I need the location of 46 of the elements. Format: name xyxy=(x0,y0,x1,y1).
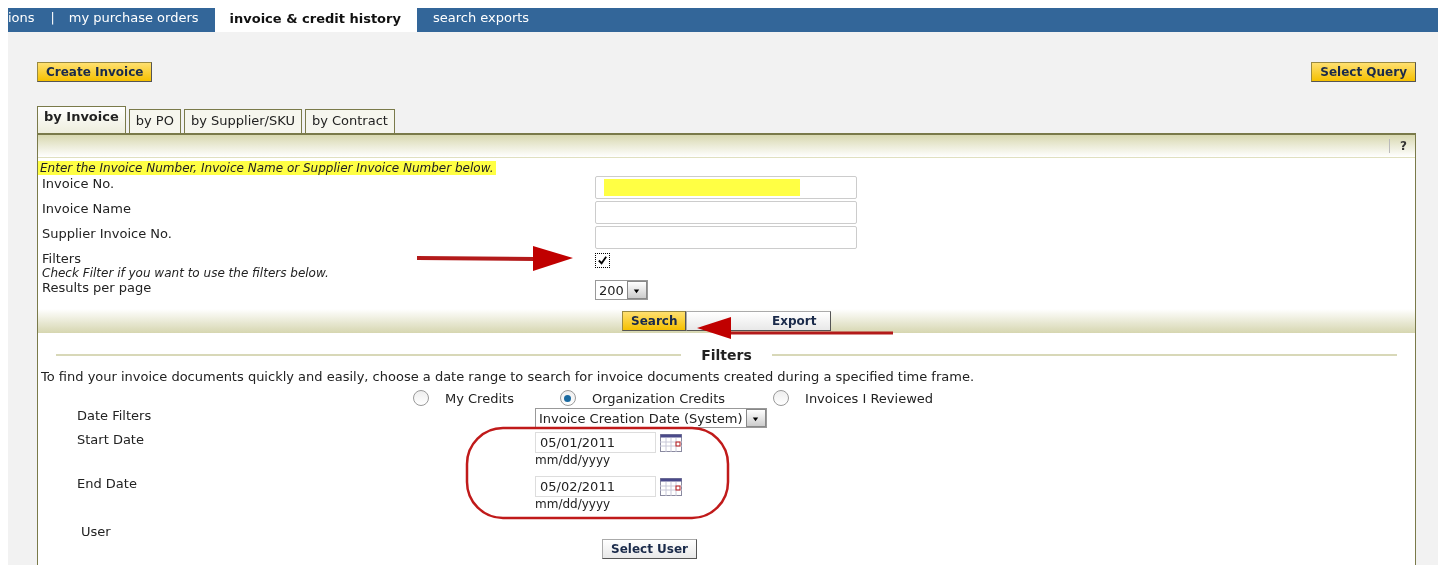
field-hint: Check Filter if you want to use the filters below. xyxy=(42,266,330,280)
date-format-hint: mm/dd/yyyy xyxy=(535,497,612,511)
search-tab[interactable]: by PO xyxy=(128,109,181,133)
radio-button[interactable] xyxy=(413,390,429,406)
field-label: Start Date xyxy=(77,432,145,449)
create-invoice-button[interactable]: Create Invoice xyxy=(37,62,153,82)
calendar-icon[interactable] xyxy=(660,433,682,452)
radio-label: My Credits xyxy=(445,390,514,406)
search-tab[interactable]: by Contract xyxy=(304,109,395,133)
calendar-icon[interactable] xyxy=(660,477,682,496)
date-field[interactable]: 05/02/2011 xyxy=(535,476,656,497)
radio-label: Organization Credits xyxy=(591,390,726,406)
results-dropdown[interactable]: 200 xyxy=(595,280,648,300)
export-button[interactable]: Export xyxy=(686,311,832,331)
field-label: Invoice No. xyxy=(42,176,116,191)
input-field[interactable] xyxy=(595,201,857,224)
field-label: Filters xyxy=(42,251,82,266)
section-title: Filters xyxy=(701,347,752,363)
date-filter-dropdown[interactable]: Invoice Creation Date (System) xyxy=(535,408,767,428)
search-button[interactable]: Search xyxy=(622,311,687,331)
radio-button[interactable] xyxy=(773,390,790,406)
radio-button[interactable] xyxy=(559,390,576,406)
date-field[interactable]: 05/01/2011 xyxy=(535,432,656,453)
nav-tab[interactable]: my purchase orders xyxy=(68,8,215,32)
nav-tab[interactable]: ions xyxy=(8,8,51,32)
filters-description: To find your invoice documents quickly and easily, choose a date range to search for invoice documents created during a specified time frame. xyxy=(40,368,976,384)
filters-checkbox[interactable] xyxy=(595,253,610,268)
field-label: End Date xyxy=(77,476,138,493)
input-field[interactable] xyxy=(595,226,857,249)
nav-tab[interactable]: search exports xyxy=(432,8,546,32)
instruction-text: Enter the Invoice Number, Invoice Name or Supplier Invoice Number below. xyxy=(38,161,496,175)
select-user-button[interactable]: Select User xyxy=(602,539,697,559)
input-field[interactable] xyxy=(595,176,857,199)
help-button[interactable]: ? xyxy=(1389,139,1415,153)
field-label: Results per page xyxy=(42,280,153,295)
search-tab[interactable]: by Invoice xyxy=(37,106,126,133)
field-label: Date Filters xyxy=(77,408,153,425)
date-format-hint: mm/dd/yyyy xyxy=(535,453,612,467)
nav-tab[interactable]: invoice & credit history xyxy=(214,8,417,32)
radio-label: Invoices I Reviewed xyxy=(805,390,934,406)
search-tab[interactable]: by Supplier/SKU xyxy=(183,109,302,133)
nav-separator: | xyxy=(50,9,56,27)
field-label: User xyxy=(80,524,112,539)
field-label: Invoice Name xyxy=(42,201,132,216)
select-query-button[interactable]: Select Query xyxy=(1311,62,1416,82)
field-label: Supplier Invoice No. xyxy=(42,226,173,241)
